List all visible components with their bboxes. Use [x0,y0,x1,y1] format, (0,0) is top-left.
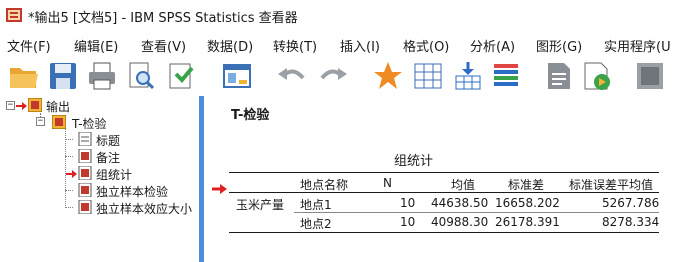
current-pointer-icon [16,102,27,110]
variables-icon[interactable] [490,60,522,92]
menu-graphs[interactable]: 图形(G) [536,36,582,55]
menu-insert[interactable]: 插入(I) [340,36,380,55]
outline-pane[interactable]: − 输出 − T-检验 标题 备注 组统计 独立样本检验 独立样本效应大小 [0,96,199,262]
goto-case-icon[interactable] [372,60,404,92]
column-header: 标准差 [508,178,545,192]
row-group-label: 玉米产量 [236,198,285,212]
spss-app-icon [6,8,22,22]
recall-dialog-icon[interactable] [221,60,253,92]
table-cell: 10 [400,196,416,210]
procedure-book-icon [52,115,66,129]
print-icon[interactable] [86,60,118,92]
table-node-icon [78,183,92,197]
menu-edit[interactable]: 编辑(E) [74,36,118,55]
outline-root-label[interactable]: 输出 [46,98,70,115]
outline-item-title[interactable]: 标题 [96,132,120,149]
viewer-panes: − 输出 − T-检验 标题 备注 组统计 独立样本检验 独立样本效应大小 T-… [0,96,680,262]
select-cases-icon[interactable] [452,60,484,92]
header-rule [229,192,659,193]
insert-text-icon[interactable] [543,60,575,92]
procedure-heading: T-检验 [231,108,270,123]
table-cell: 5267.786 [602,196,660,210]
current-item-arrow-icon [66,170,77,178]
menu-file[interactable]: 文件(F) [7,36,51,55]
open-icon[interactable] [8,60,40,92]
row-rule [294,212,659,213]
content-pane[interactable]: T-检验 组统计 地点名称 N 均值 标准差 标准误差平均值 玉米产量 地点1 … [204,96,680,262]
table-cell: 地点1 [300,198,332,212]
table-cell: 8278.334 [602,215,660,229]
hide-icon[interactable] [634,60,666,92]
goto-variable-icon[interactable] [412,60,444,92]
column-header: 地点名称 [300,178,349,192]
column-header: N [383,176,392,190]
menu-analyze[interactable]: 分析(A) [470,36,515,55]
table-cell: 40988.30 [431,215,489,229]
menu-bar: 文件(F) 编辑(E) 查看(V) 数据(D) 转换(T) 插入(I) 格式(O… [0,31,680,58]
print-preview-icon[interactable] [125,60,157,92]
table-node-icon [78,166,92,180]
outline-group-label[interactable]: T-检验 [72,115,107,132]
menu-format[interactable]: 格式(O) [403,36,449,55]
table-bottom-rule [229,232,659,233]
table-node-icon [78,200,92,214]
selected-table-arrow-icon [212,184,227,194]
outline-item-notes[interactable]: 备注 [96,149,120,166]
table-cell: 44638.50 [431,196,489,210]
table-top-rule [229,172,659,173]
menu-utilities[interactable]: 实用程序(U [604,36,671,55]
redo-icon[interactable] [318,60,350,92]
undo-icon[interactable] [275,60,307,92]
export-icon[interactable] [164,60,196,92]
menu-view[interactable]: 查看(V) [141,36,186,55]
table-cell: 10 [400,215,416,229]
outline-item-effect-size[interactable]: 独立样本效应大小 [96,200,192,217]
column-header: 均值 [451,178,476,192]
table-cell: 地点2 [300,217,332,231]
window-title: *输出5 [文档5] - IBM SPSS Statistics 查看器 [28,11,298,26]
insert-script-icon[interactable] [581,60,613,92]
menu-data[interactable]: 数据(D) [207,36,253,55]
output-log-icon [28,98,42,112]
collapse-ttest-expander[interactable]: − [36,117,45,126]
collapse-root-expander[interactable]: − [6,101,15,110]
title-node-icon [78,132,92,146]
title-bar: *输出5 [文档5] - IBM SPSS Statistics 查看器 [0,0,680,31]
table-title: 组统计 [394,154,434,169]
table-cell: 16658.202 [495,196,560,210]
outline-item-independent-test[interactable]: 独立样本检验 [96,183,168,200]
save-icon[interactable] [47,60,79,92]
toolbar [0,58,680,96]
menu-transform[interactable]: 转换(T) [273,36,317,55]
outline-item-group-stats[interactable]: 组统计 [96,166,132,183]
column-header: 标准误差平均值 [569,178,654,192]
table-cell: 26178.391 [495,215,560,229]
notes-node-icon [78,149,92,163]
